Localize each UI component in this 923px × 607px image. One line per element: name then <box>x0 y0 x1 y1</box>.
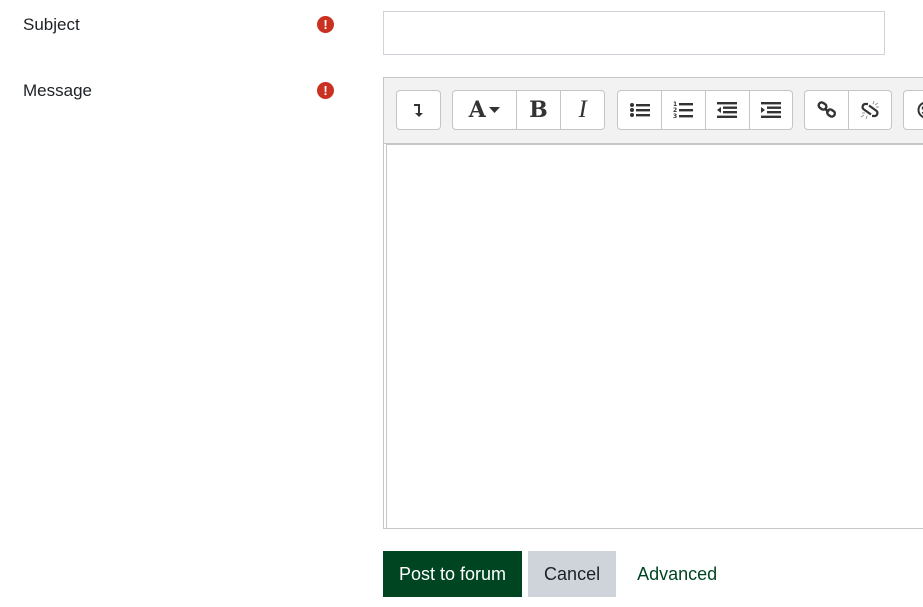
emoji-icon <box>917 101 923 119</box>
ordered-list-button[interactable]: 123 <box>662 91 706 129</box>
unordered-list-button[interactable] <box>618 91 663 129</box>
caret-down-icon <box>488 107 500 113</box>
toolbar-group-list: 123 <box>617 90 793 130</box>
subject-input[interactable] <box>383 11 885 55</box>
toolbar-group-links <box>804 90 892 130</box>
outdent-button[interactable] <box>706 91 750 129</box>
indent-button[interactable] <box>750 91 792 129</box>
cancel-button[interactable]: Cancel <box>528 551 617 597</box>
required-icon: ! <box>317 16 334 33</box>
svg-text:3: 3 <box>673 113 677 119</box>
font-a-icon: A <box>468 97 486 123</box>
subject-label: Subject <box>23 15 80 34</box>
toolbar-group-more <box>903 90 923 130</box>
toolbar-group-toggle <box>396 90 441 130</box>
arrow-down-icon <box>413 102 425 118</box>
indent-icon <box>760 102 781 118</box>
editor-toolbar: A B I 123 <box>384 78 923 144</box>
unlink-button[interactable] <box>849 91 891 129</box>
form-actions: Post to forum Cancel Advanced <box>383 551 717 597</box>
italic-icon: I <box>578 96 587 123</box>
outdent-icon <box>717 102 738 118</box>
emoji-button[interactable] <box>904 91 923 129</box>
link-button[interactable] <box>805 91 850 129</box>
required-icon: ! <box>317 82 334 99</box>
unlink-icon <box>860 100 880 120</box>
post-to-forum-button[interactable]: Post to forum <box>383 551 523 597</box>
message-label: Message <box>23 81 92 100</box>
message-textarea[interactable] <box>386 144 923 528</box>
italic-button[interactable]: I <box>561 91 604 129</box>
toolbar-group-style: A B I <box>452 90 605 130</box>
numbered-list-icon: 123 <box>673 101 694 119</box>
bold-icon: B <box>529 97 548 123</box>
link-icon <box>817 101 837 119</box>
bullet-list-icon <box>629 102 650 118</box>
paragraph-styles-button[interactable]: A <box>453 91 517 129</box>
show-more-buttons-button[interactable] <box>397 91 440 129</box>
message-editor: A B I 123 <box>383 77 923 529</box>
bold-button[interactable]: B <box>517 91 562 129</box>
advanced-link[interactable]: Advanced <box>637 551 717 597</box>
